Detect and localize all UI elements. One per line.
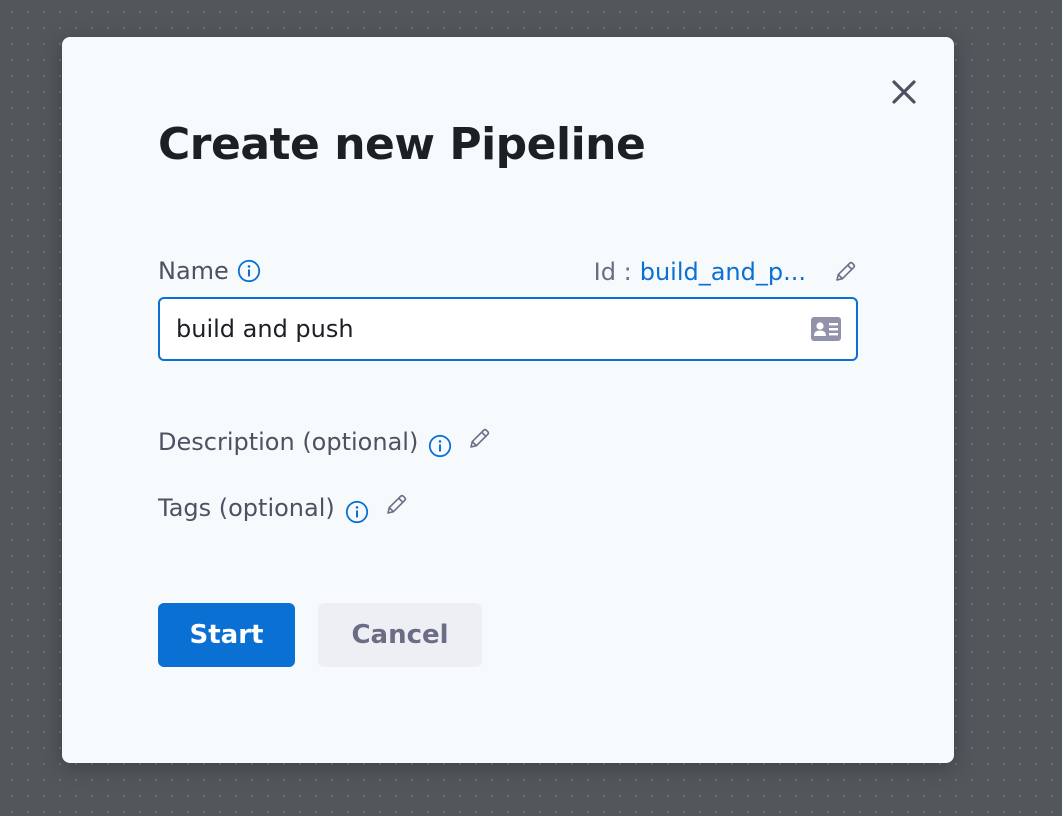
dialog-title: Create new Pipeline [158, 119, 646, 170]
info-icon[interactable] [428, 434, 452, 458]
pencil-icon[interactable] [383, 492, 409, 518]
create-pipeline-dialog: Create new Pipeline Name Id : build_and_… [62, 37, 954, 763]
name-input-container [158, 297, 858, 361]
cancel-button[interactable]: Cancel [318, 603, 482, 667]
info-icon[interactable] [345, 500, 369, 524]
close-icon [892, 80, 916, 104]
pipeline-id-row: Id : build_and_p... [594, 259, 858, 285]
pencil-icon[interactable] [466, 426, 492, 452]
tags-label: Tags (optional) [158, 494, 335, 522]
start-button[interactable]: Start [158, 603, 295, 667]
description-label: Description (optional) [158, 428, 419, 456]
description-toggle[interactable]: Description (optional) [158, 426, 492, 458]
name-label-row: Name [158, 259, 261, 283]
name-label: Name [158, 257, 229, 285]
close-button[interactable] [888, 76, 920, 108]
info-icon[interactable] [237, 259, 261, 283]
pencil-icon[interactable] [832, 259, 858, 285]
name-input[interactable] [160, 299, 810, 359]
pipeline-id-value[interactable]: build_and_p... [640, 260, 806, 284]
id-prefix-label: Id : [593, 258, 632, 286]
tags-toggle[interactable]: Tags (optional) [158, 492, 409, 524]
id-card-icon[interactable] [810, 316, 842, 342]
